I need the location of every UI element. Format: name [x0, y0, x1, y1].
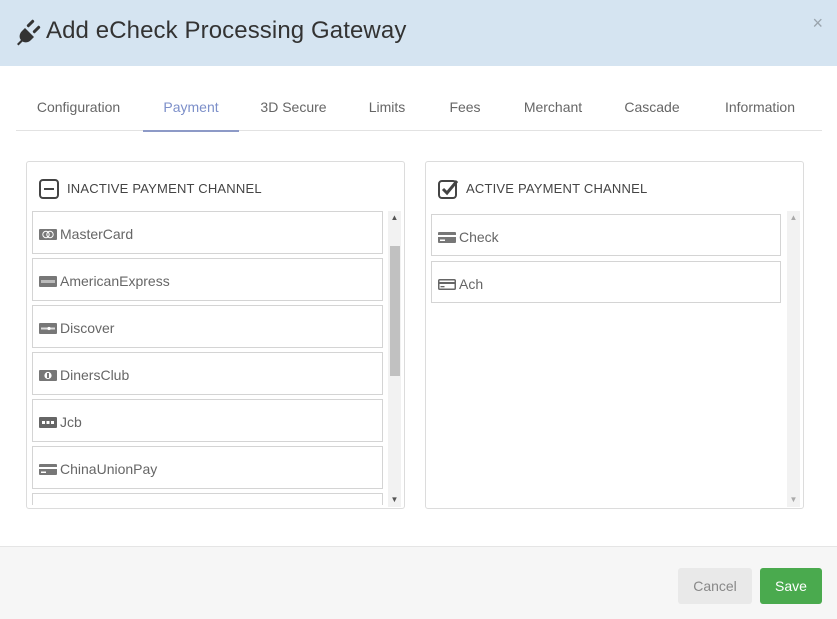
scroll-down-arrow-icon[interactable]: ▼: [388, 493, 401, 507]
tab-merchant[interactable]: Merchant: [513, 88, 593, 131]
item-label: DinersClub: [60, 367, 130, 383]
credit-card-outline-icon: [438, 279, 456, 290]
list-item-dinersclub[interactable]: DinersClub: [32, 352, 383, 395]
mastercard-icon: [39, 229, 57, 240]
modal-header: Add eCheck Processing Gateway ×: [0, 0, 837, 66]
list-item-check[interactable]: Check: [431, 214, 781, 256]
active-list-scrollbar[interactable]: ▲ ▼: [787, 211, 800, 507]
dinersclub-icon: [39, 370, 57, 381]
inactive-payment-channel-panel: INACTIVE PAYMENT CHANNEL MasterCard Amer…: [26, 161, 405, 509]
list-item-partial[interactable]: [32, 493, 383, 505]
modal-dialog: Add eCheck Processing Gateway × Configur…: [0, 0, 837, 619]
inactive-list-scrollbar[interactable]: ▲ ▼: [388, 211, 401, 507]
list-item-jcb[interactable]: Jcb: [32, 399, 383, 442]
list-item-chinaunionpay[interactable]: ChinaUnionPay: [32, 446, 383, 489]
list-item-ach[interactable]: Ach: [431, 261, 781, 303]
check-square-icon: [438, 180, 459, 199]
credit-card-icon: [39, 464, 57, 475]
list-item-discover[interactable]: Discover: [32, 305, 383, 348]
tab-fees[interactable]: Fees: [436, 88, 494, 131]
item-label: Jcb: [60, 414, 82, 430]
inactive-panel-title: INACTIVE PAYMENT CHANNEL: [67, 181, 262, 196]
scroll-up-arrow-icon[interactable]: ▲: [388, 211, 401, 225]
scroll-down-arrow-icon[interactable]: ▼: [787, 493, 800, 507]
modal-footer: Cancel Save: [0, 546, 837, 619]
minus-square-icon: [39, 179, 59, 199]
modal-title: Add eCheck Processing Gateway: [46, 17, 407, 44]
save-button[interactable]: Save: [760, 568, 822, 604]
inactive-channel-list: MasterCard AmericanExpress Discover Dine…: [32, 211, 384, 505]
item-label: Ach: [459, 276, 484, 292]
list-item-americanexpress[interactable]: AmericanExpress: [32, 258, 383, 301]
cancel-button[interactable]: Cancel: [678, 568, 752, 604]
item-label: Check: [459, 229, 499, 245]
tab-payment[interactable]: Payment: [143, 88, 239, 132]
amex-icon: [39, 276, 57, 287]
active-payment-channel-panel: ACTIVE PAYMENT CHANNEL Check Ach ▲ ▼: [425, 161, 804, 509]
item-label: ChinaUnionPay: [60, 461, 158, 477]
list-item-mastercard[interactable]: MasterCard: [32, 211, 383, 254]
plug-icon: [17, 19, 41, 46]
active-channel-list: Check Ach: [431, 214, 783, 508]
tab-configuration[interactable]: Configuration: [16, 88, 141, 131]
active-panel-title: ACTIVE PAYMENT CHANNEL: [466, 181, 648, 196]
scrollbar-thumb[interactable]: [390, 246, 400, 376]
tab-3d-secure[interactable]: 3D Secure: [251, 88, 336, 131]
scroll-up-arrow-icon[interactable]: ▲: [787, 211, 800, 225]
jcb-icon: [39, 417, 57, 428]
item-label: AmericanExpress: [60, 273, 170, 289]
item-label: MasterCard: [60, 226, 134, 242]
discover-icon: [39, 323, 57, 334]
tab-bar: Configuration Payment 3D Secure Limits F…: [16, 88, 822, 132]
tab-cascade[interactable]: Cascade: [613, 88, 691, 131]
close-icon[interactable]: ×: [812, 14, 823, 32]
item-label: Discover: [60, 320, 115, 336]
tab-information[interactable]: Information: [714, 88, 806, 131]
credit-card-icon: [438, 232, 456, 243]
tab-limits[interactable]: Limits: [356, 88, 418, 131]
